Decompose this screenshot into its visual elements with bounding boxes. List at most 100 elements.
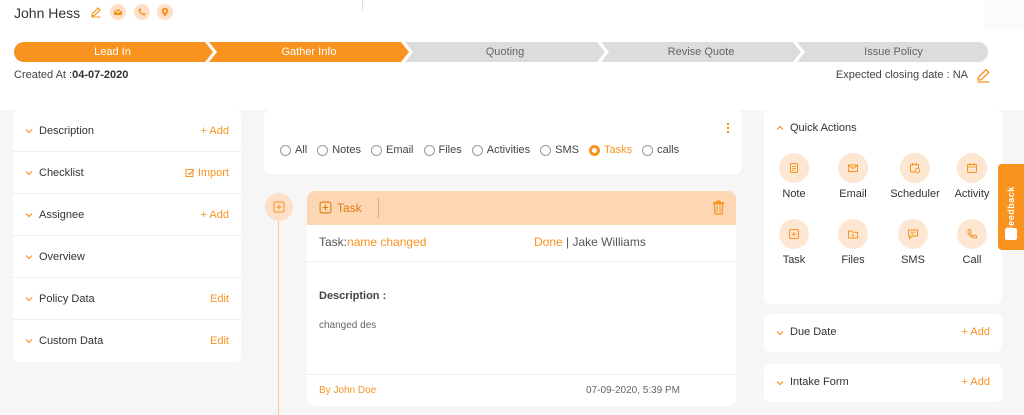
radio-circle[interactable] — [471, 144, 483, 156]
quick-action-label: Scheduler — [890, 188, 940, 200]
filter-files[interactable]: Files — [423, 144, 462, 156]
radio-circle[interactable] — [540, 144, 552, 156]
section-description[interactable]: Description + Add — [13, 110, 241, 152]
radio-circle[interactable] — [370, 144, 382, 156]
filter-all[interactable]: All — [280, 144, 307, 156]
quick-action-scheduler[interactable]: Scheduler — [885, 153, 945, 200]
add-intake-form-button[interactable]: + Add — [962, 376, 990, 388]
quick-action-note[interactable]: Note — [764, 153, 824, 200]
stage-issue-policy[interactable]: Issue Policy — [799, 42, 988, 62]
filter-notes[interactable]: Notes — [317, 144, 361, 156]
section-intake-form[interactable]: Intake Form + Add — [764, 364, 1002, 402]
quick-action-task[interactable]: Task — [764, 219, 824, 266]
filter-label: Notes — [332, 144, 361, 156]
section-overview[interactable]: Overview — [13, 236, 241, 278]
quick-action-label: Email — [839, 188, 867, 200]
section-label: Checklist — [39, 166, 84, 179]
chevron-down-icon — [25, 170, 33, 175]
filter-email[interactable]: Email — [370, 144, 414, 156]
filter-calls[interactable]: calls — [642, 144, 679, 156]
task-assignee: Jake Williams — [572, 235, 646, 249]
folder-icon — [838, 219, 868, 249]
task-status: Done — [534, 235, 563, 249]
filter-label: Files — [438, 144, 462, 156]
section-label: Intake Form — [790, 376, 849, 388]
edit-closing-date-icon[interactable] — [976, 68, 991, 88]
calendar-clock-icon — [900, 153, 930, 183]
radio-circle-selected[interactable] — [588, 144, 600, 156]
phone-icon[interactable] — [134, 4, 150, 20]
quick-action-label: SMS — [901, 254, 925, 266]
section-custom-data[interactable]: Custom Data Edit — [13, 320, 241, 362]
chevron-down-icon — [25, 339, 33, 344]
activity-filter-bar: All Notes Email Files Activities SMS Tas… — [264, 110, 742, 174]
task-name-line: Task:name changed — [319, 235, 426, 249]
add-description-button[interactable]: + Add — [201, 125, 229, 137]
section-label: Custom Data — [39, 335, 104, 347]
stage-quoting[interactable]: Quoting — [407, 42, 603, 62]
quick-action-activity[interactable]: Activity — [942, 153, 1002, 200]
calendar-icon — [957, 153, 987, 183]
chevron-down-icon — [776, 331, 784, 336]
pipeline-progress: Lead In Gather Info Quoting Revise Quote… — [14, 42, 988, 62]
filter-activities[interactable]: Activities — [471, 144, 531, 156]
expected-value: NA — [952, 69, 968, 81]
chevron-down-icon — [25, 128, 33, 133]
quick-actions-title: Quick Actions — [790, 122, 857, 134]
quick-action-call[interactable]: Call — [942, 219, 1002, 266]
chevron-up-icon[interactable] — [776, 124, 784, 132]
filter-label: SMS — [555, 144, 579, 156]
section-checklist[interactable]: Checklist Import — [13, 152, 241, 194]
email-icon[interactable] — [110, 4, 126, 20]
filter-sms[interactable]: SMS — [540, 144, 579, 156]
feedback-tab[interactable]: Feedback — [998, 164, 1024, 250]
task-card-title: Task — [337, 201, 362, 215]
quick-action-sms[interactable]: SMS — [883, 219, 943, 266]
quick-action-label: Call — [962, 254, 982, 266]
card-divider — [307, 261, 736, 262]
add-due-date-button[interactable]: + Add — [962, 326, 990, 338]
trash-icon[interactable] — [712, 200, 725, 215]
edit-custom-data-button[interactable]: Edit — [210, 335, 229, 347]
expected-closing: Expected closing date : NA — [836, 69, 968, 81]
filter-label: Activities — [486, 144, 531, 156]
radio-circle[interactable] — [280, 144, 291, 156]
section-policy-data[interactable]: Policy Data Edit — [13, 278, 241, 320]
created-value: 04-07-2020 — [72, 69, 129, 81]
description-heading: Description : — [319, 290, 387, 302]
edit-policy-data-button[interactable]: Edit — [210, 293, 229, 305]
stage-lead-in[interactable]: Lead In — [14, 42, 211, 62]
add-assignee-button[interactable]: + Add — [201, 209, 229, 221]
more-options-icon[interactable] — [726, 122, 730, 134]
task-author[interactable]: By John Doe — [319, 385, 376, 396]
description-text: changed des — [319, 320, 377, 331]
section-due-date[interactable]: Due Date + Add — [764, 314, 1002, 352]
section-label: Overview — [39, 250, 85, 263]
task-label: Task: — [319, 235, 348, 249]
task-plus-icon — [319, 201, 332, 214]
section-assignee[interactable]: Assignee + Add — [13, 194, 241, 236]
chevron-down-icon — [25, 212, 33, 217]
filter-tasks[interactable]: Tasks — [588, 144, 632, 156]
chevron-down-icon — [25, 254, 33, 259]
location-pin-icon[interactable] — [157, 4, 173, 20]
radio-circle[interactable] — [423, 144, 435, 156]
import-checklist-button[interactable]: Import — [185, 167, 229, 179]
import-label: Import — [197, 166, 229, 179]
lead-header: John Hess Lead In Gather Info Quoting Re… — [0, 0, 1024, 110]
quick-action-email[interactable]: Email — [823, 153, 883, 200]
stage-revise-quote[interactable]: Revise Quote — [603, 42, 799, 62]
radio-circle[interactable] — [642, 144, 654, 156]
section-label: Assignee — [39, 208, 85, 221]
section-label: Policy Data — [39, 292, 95, 305]
task-card-header: Task — [307, 191, 736, 225]
stage-gather-info[interactable]: Gather Info — [211, 42, 407, 62]
note-icon — [779, 153, 809, 183]
timeline-line — [278, 195, 279, 415]
task-plus-icon — [273, 201, 285, 213]
edit-pencil-icon[interactable] — [88, 4, 104, 20]
radio-circle[interactable] — [317, 144, 329, 156]
checkbox-edit-icon — [185, 168, 195, 177]
quick-action-files[interactable]: Files — [823, 219, 883, 266]
filter-options: All Notes Email Files Activities SMS Tas… — [280, 144, 679, 156]
